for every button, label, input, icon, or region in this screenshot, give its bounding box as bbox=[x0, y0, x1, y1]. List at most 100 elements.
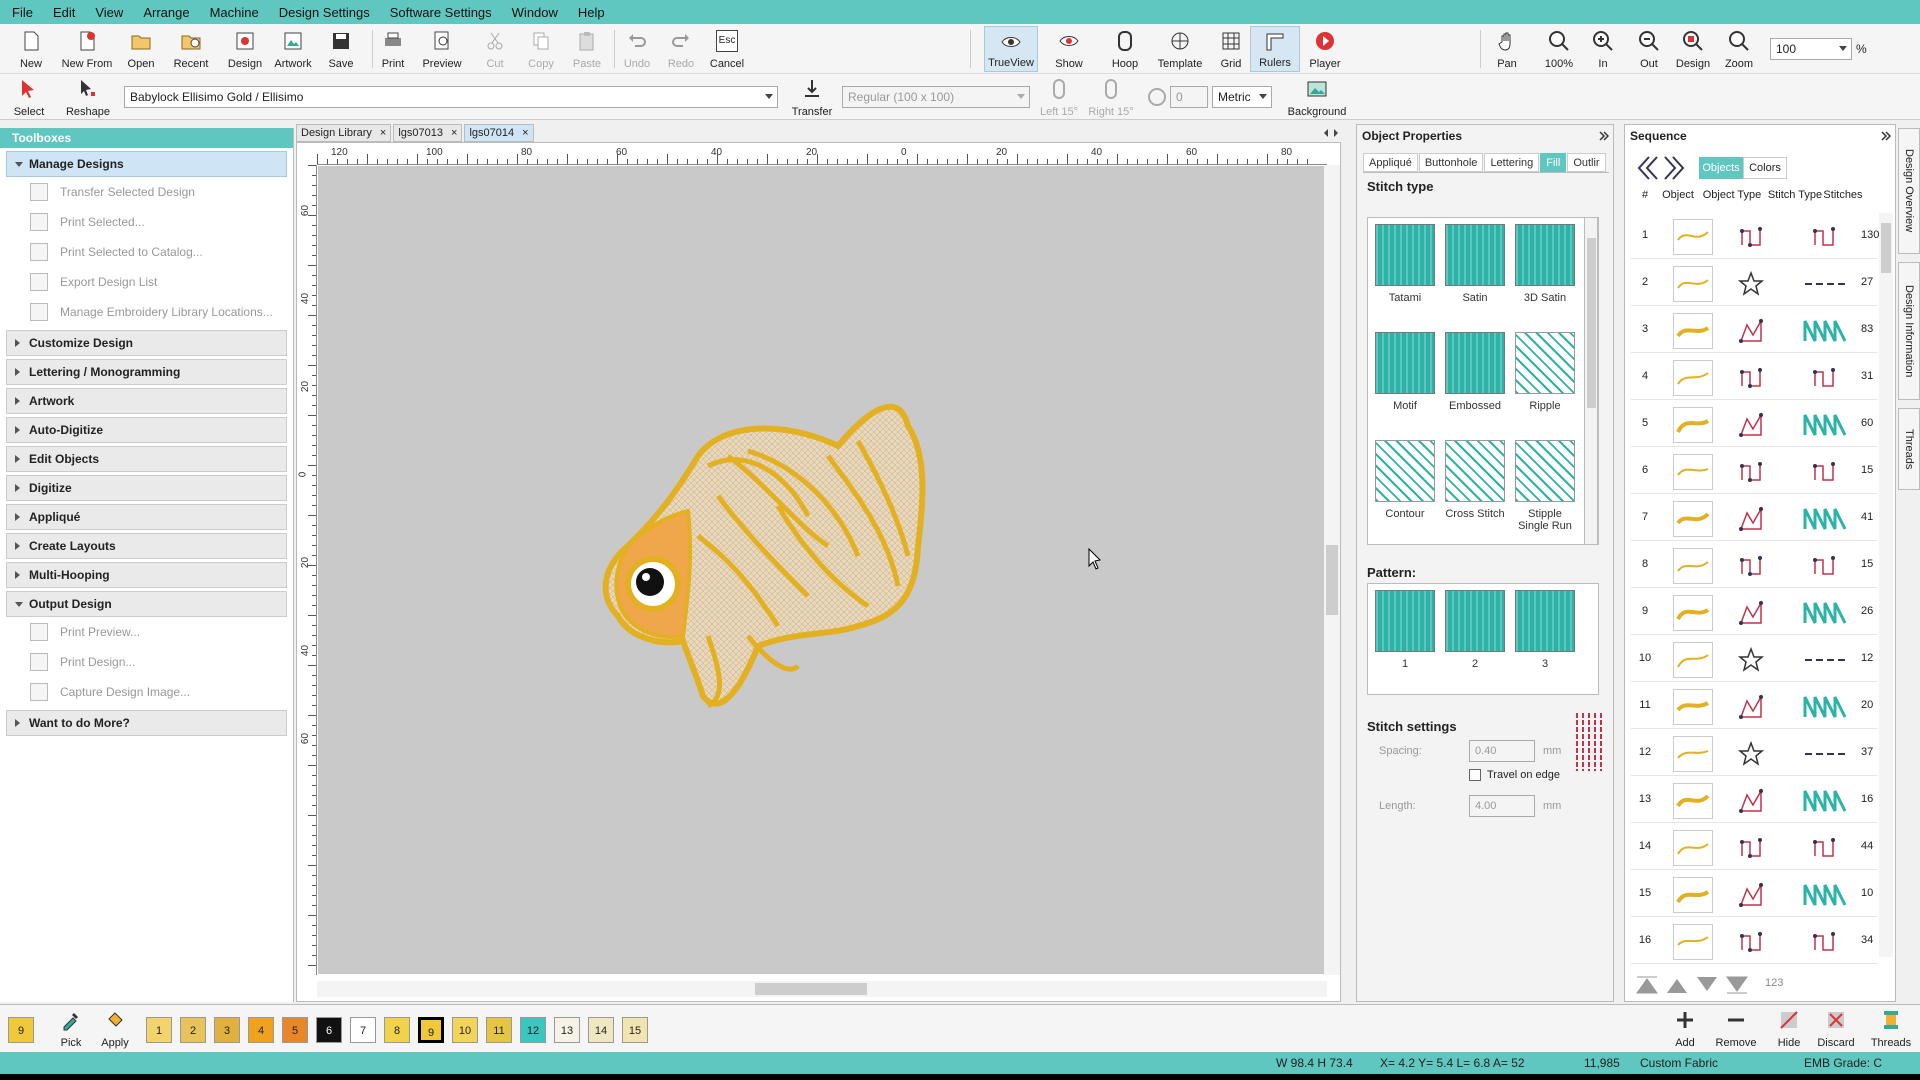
rulers-button[interactable]: Rulers bbox=[1250, 26, 1300, 72]
section-digitize[interactable]: Digitize bbox=[6, 475, 287, 501]
stitch-type-scroll-thumb[interactable] bbox=[1587, 238, 1596, 408]
grid-button[interactable]: Grid bbox=[1206, 26, 1256, 72]
print-button[interactable]: Print bbox=[368, 26, 418, 72]
trueview-button[interactable]: TrueView bbox=[984, 26, 1038, 72]
stitch-type-scrollbar[interactable] bbox=[1584, 217, 1598, 545]
table-row[interactable]: 6 15 bbox=[1631, 448, 1877, 494]
cancel-button[interactable]: Esc Cancel bbox=[702, 26, 752, 72]
rotate-left-button[interactable]: Left 15° bbox=[1034, 74, 1084, 120]
select-button[interactable]: Select bbox=[4, 74, 54, 120]
menu-item-window[interactable]: Window bbox=[512, 5, 558, 20]
section-auto-digitize[interactable]: Auto-Digitize bbox=[6, 417, 287, 443]
section-manage-designs[interactable]: Manage Designs bbox=[6, 151, 287, 177]
table-row[interactable]: 5 60 bbox=[1631, 401, 1877, 447]
spacing-input[interactable]: 0.40 bbox=[1469, 740, 1535, 762]
zoom-out-button[interactable]: Out bbox=[1624, 26, 1674, 72]
tab-appliqu-[interactable]: Appliqué bbox=[1363, 153, 1418, 172]
table-row[interactable]: 7 41 bbox=[1631, 495, 1877, 541]
tab-objects[interactable]: Objects bbox=[1699, 157, 1743, 179]
section-lettering-monogramming[interactable]: Lettering / Monogramming bbox=[6, 359, 287, 385]
tab-scroll-arrows-icon[interactable] bbox=[1322, 128, 1340, 138]
palette-color-8[interactable]: 8 bbox=[384, 1017, 410, 1043]
player-button[interactable]: Player bbox=[1300, 26, 1350, 72]
menu-item-arrange[interactable]: Arrange bbox=[143, 5, 189, 20]
palette-color-6[interactable]: 6 bbox=[316, 1017, 342, 1043]
hoop-button[interactable]: Hoop bbox=[1100, 26, 1150, 72]
new-button[interactable]: New bbox=[6, 26, 56, 72]
tab-lgs07014[interactable]: lgs07014 × bbox=[464, 124, 534, 142]
panel-collapse-icon[interactable] bbox=[1599, 131, 1609, 141]
zoom-100-button[interactable]: 100% bbox=[1534, 26, 1584, 72]
manage-design-item[interactable]: Print Selected to Catalog... bbox=[0, 237, 293, 267]
section-want-more[interactable]: Want to do More? bbox=[6, 710, 287, 736]
tab-buttonhole[interactable]: Buttonhole bbox=[1418, 153, 1484, 172]
palette-color-9[interactable]: 9 bbox=[418, 1017, 444, 1043]
output-design-item[interactable]: Print Design... bbox=[0, 647, 293, 677]
section-create-layouts[interactable]: Create Layouts bbox=[6, 533, 287, 559]
stitch-type-cross-stitch[interactable]: Cross Stitch bbox=[1444, 440, 1506, 520]
zoom-button[interactable]: Zoom bbox=[1714, 26, 1764, 72]
undo-button[interactable]: Undo bbox=[612, 26, 662, 72]
pattern-1[interactable]: 1 bbox=[1374, 590, 1436, 670]
close-icon[interactable]: × bbox=[451, 125, 457, 141]
table-row[interactable]: 4 31 bbox=[1631, 354, 1877, 400]
show-button[interactable]: Show bbox=[1044, 26, 1094, 72]
side-tab-threads[interactable]: Threads bbox=[1898, 408, 1920, 490]
table-row[interactable]: 13 16 bbox=[1631, 777, 1877, 823]
length-input[interactable]: 4.00 bbox=[1469, 795, 1535, 817]
remove-button[interactable]: Remove bbox=[1708, 1005, 1764, 1051]
close-icon[interactable]: × bbox=[522, 125, 528, 141]
vertical-scroll-thumb[interactable] bbox=[1326, 545, 1338, 615]
palette-color-15[interactable]: 15 bbox=[622, 1017, 648, 1043]
palette-color-7[interactable]: 7 bbox=[350, 1017, 376, 1043]
goldfish-embroidery-design[interactable] bbox=[598, 396, 978, 736]
palette-color-10[interactable]: 10 bbox=[452, 1017, 478, 1043]
section-multi-hooping[interactable]: Multi-Hooping bbox=[6, 562, 287, 588]
zoom-level-combo[interactable]: 100 bbox=[1770, 38, 1852, 60]
zoom-design-button[interactable]: Design bbox=[1668, 26, 1718, 72]
table-row[interactable]: 9 26 bbox=[1631, 589, 1877, 635]
manage-design-item[interactable]: Print Selected... bbox=[0, 207, 293, 237]
side-tab-design-overview[interactable]: Design Overview bbox=[1898, 128, 1920, 254]
menu-item-edit[interactable]: Edit bbox=[53, 5, 75, 20]
section-customize-design[interactable]: Customize Design bbox=[6, 330, 287, 356]
palette-color-14[interactable]: 14 bbox=[588, 1017, 614, 1043]
stitch-type-embossed[interactable]: Embossed bbox=[1444, 332, 1506, 412]
tab-fill[interactable]: Fill bbox=[1540, 153, 1567, 172]
units-combo[interactable]: Metric bbox=[1212, 86, 1272, 108]
manage-design-item[interactable]: Transfer Selected Design bbox=[0, 177, 293, 207]
numbering-badge[interactable]: 123 bbox=[1765, 977, 1783, 989]
pattern-3[interactable]: 3 bbox=[1514, 590, 1576, 670]
palette-color-1[interactable]: 1 bbox=[146, 1017, 172, 1043]
horizontal-scroll-thumb[interactable] bbox=[755, 983, 867, 995]
artwork-button[interactable]: Artwork bbox=[268, 26, 318, 72]
stitch-type-satin[interactable]: Satin bbox=[1444, 224, 1506, 304]
stitch-type-3d-satin[interactable]: 3D Satin bbox=[1514, 224, 1576, 304]
redo-button[interactable]: Redo bbox=[656, 26, 706, 72]
open-button[interactable]: Open bbox=[116, 26, 166, 72]
canvas-vertical-scrollbar[interactable] bbox=[1324, 165, 1340, 975]
pattern-2[interactable]: 2 bbox=[1444, 590, 1506, 670]
cut-button[interactable]: Cut bbox=[470, 26, 520, 72]
tab-colors[interactable]: Colors bbox=[1743, 157, 1787, 179]
stitch-type-motif[interactable]: Motif bbox=[1374, 332, 1436, 412]
stitch-type-stipple-single-run[interactable]: Stipple Single Run bbox=[1514, 440, 1576, 532]
tab-design-library[interactable]: Design Library × bbox=[296, 124, 392, 142]
table-row[interactable]: 14 44 bbox=[1631, 824, 1877, 870]
menu-item-file[interactable]: File bbox=[12, 5, 33, 20]
recent-button[interactable]: Recent bbox=[166, 26, 216, 72]
stitch-type-tatami[interactable]: Tatami bbox=[1374, 224, 1436, 304]
output-design-item[interactable]: Capture Design Image... bbox=[0, 677, 293, 707]
section-output-design[interactable]: Output Design bbox=[6, 591, 287, 617]
background-button[interactable]: Background bbox=[1282, 74, 1352, 120]
palette-color-12[interactable]: 12 bbox=[520, 1017, 546, 1043]
template-button[interactable]: Template bbox=[1152, 26, 1208, 72]
menu-item-machine[interactable]: Machine bbox=[210, 5, 259, 20]
palette-color-5[interactable]: 5 bbox=[282, 1017, 308, 1043]
tab-lgs07013[interactable]: lgs07013 × bbox=[393, 124, 463, 142]
transfer-button[interactable]: Transfer bbox=[786, 74, 838, 120]
pan-button[interactable]: Pan bbox=[1482, 26, 1532, 72]
tab-outlir[interactable]: Outlir bbox=[1567, 153, 1606, 172]
stitch-type-contour[interactable]: Contour bbox=[1374, 440, 1436, 520]
sequence-nav-arrows-icon[interactable] bbox=[1633, 153, 1689, 183]
